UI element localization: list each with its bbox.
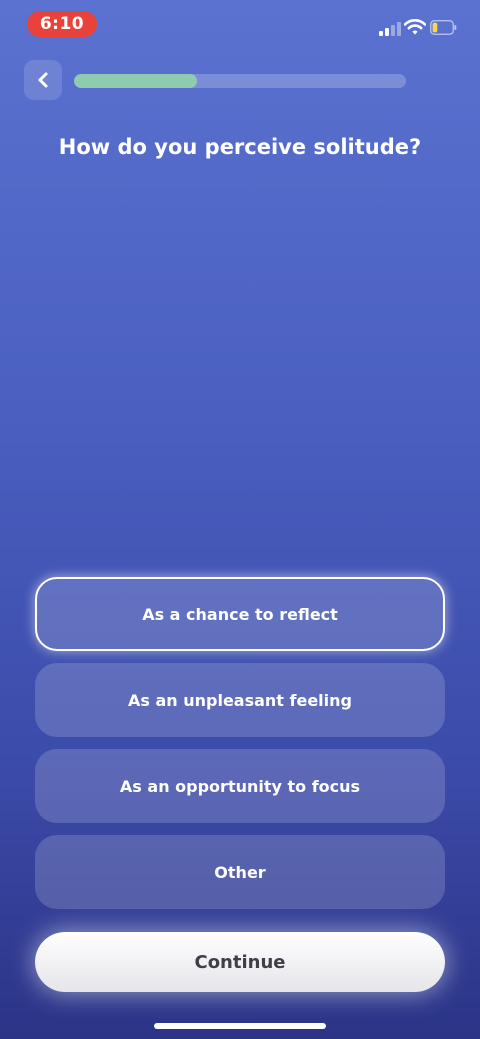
progress-bar <box>74 74 406 88</box>
continue-button[interactable]: Continue <box>35 932 445 992</box>
home-indicator[interactable] <box>154 1023 326 1029</box>
progress-fill <box>74 74 197 88</box>
option-label: As an opportunity to focus <box>119 776 361 796</box>
back-button[interactable] <box>24 60 62 100</box>
continue-label: Continue <box>194 951 286 973</box>
option-label: As a chance to reflect <box>142 604 338 624</box>
cellular-signal-icon <box>379 20 401 36</box>
battery-icon <box>430 20 457 35</box>
answer-options: As a chance to reflect As an unpleasant … <box>35 577 445 921</box>
option-label: As an unpleasant feeling <box>127 690 352 710</box>
quiz-screen: 6:10 How do you perceive solitude? As a … <box>0 0 480 1039</box>
status-time: 6:10 <box>27 11 97 37</box>
option-opportunity-to-focus[interactable]: As an opportunity to focus <box>35 749 445 823</box>
option-other[interactable]: Other <box>35 835 445 909</box>
option-label: Other <box>214 862 266 882</box>
option-chance-to-reflect[interactable]: As a chance to reflect <box>35 577 445 651</box>
wifi-icon <box>404 19 426 35</box>
option-unpleasant-feeling[interactable]: As an unpleasant feeling <box>35 663 445 737</box>
question-title: How do you perceive solitude? <box>58 135 422 159</box>
chevron-left-icon <box>38 72 48 88</box>
